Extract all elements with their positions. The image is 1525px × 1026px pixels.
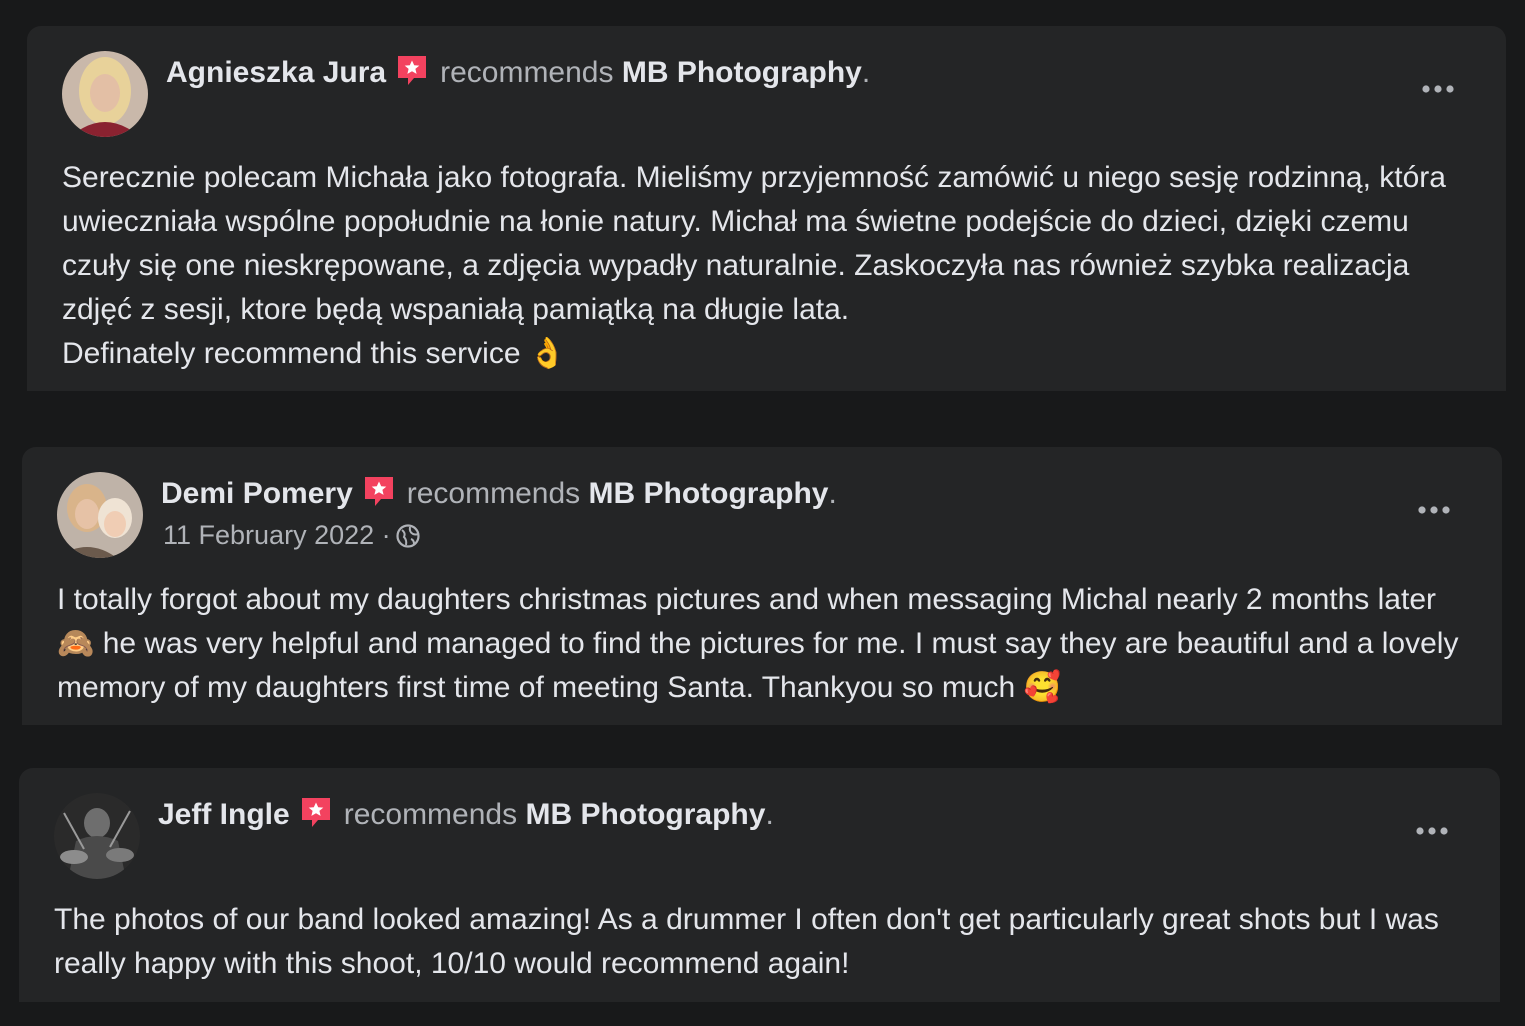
more-options-icon <box>1418 506 1450 514</box>
author-name[interactable]: Jeff Ingle <box>158 798 290 831</box>
avatar-photo <box>54 793 140 879</box>
review-card: Demi Pomery recommends MB Photography. 11… <box>22 447 1502 725</box>
review-header: Jeff Ingle recommends MB Photography. <box>158 794 774 836</box>
sentence-period: . <box>861 56 871 89</box>
globe-icon[interactable] <box>395 523 421 549</box>
author-name[interactable]: Demi Pomery <box>161 477 353 510</box>
review-header: Agnieszka Jura recommends MB Photography. <box>166 52 870 94</box>
sentence-period: . <box>828 477 837 510</box>
recommendation-badge-icon <box>298 794 334 830</box>
avatar[interactable] <box>62 51 148 137</box>
avatar-photo <box>62 51 148 137</box>
recommends-label: recommends <box>406 477 581 510</box>
recommendation-badge-icon <box>361 473 397 509</box>
page-name-link[interactable]: MB Photography <box>525 798 765 831</box>
review-header: Demi Pomery recommends MB Photography. <box>161 473 837 515</box>
page-name-link[interactable]: MB Photography <box>622 56 862 89</box>
recommendation-badge-icon <box>394 52 430 88</box>
review-date-link[interactable]: 11 February 2022 <box>163 520 374 550</box>
review-card: Jeff Ingle recommends MB Photography. The… <box>19 768 1500 1002</box>
meta-separator: · <box>381 520 391 550</box>
review-card: Agnieszka Jura recommends MB Photography.… <box>27 26 1506 391</box>
sentence-period: . <box>765 798 774 831</box>
more-options-button[interactable] <box>1412 816 1452 846</box>
recommends-label: recommends <box>440 56 614 89</box>
more-options-icon <box>1422 85 1454 93</box>
avatar[interactable] <box>57 472 143 558</box>
review-text: I totally forgot about my daughters chri… <box>57 583 1459 704</box>
avatar-photo <box>57 472 143 558</box>
more-options-button[interactable] <box>1418 74 1458 104</box>
more-options-icon <box>1416 827 1448 835</box>
review-text: Serecznie polecam Michała jako fotografa… <box>62 161 1446 370</box>
avatar[interactable] <box>54 793 140 879</box>
more-options-button[interactable] <box>1414 495 1454 525</box>
review-text: The photos of our band looked amazing! A… <box>54 903 1439 980</box>
author-name[interactable]: Agnieszka Jura <box>166 56 386 89</box>
review-meta: 11 February 2022 · <box>163 517 421 553</box>
recommends-label: recommends <box>343 798 518 831</box>
page-name-link[interactable]: MB Photography <box>589 477 829 510</box>
